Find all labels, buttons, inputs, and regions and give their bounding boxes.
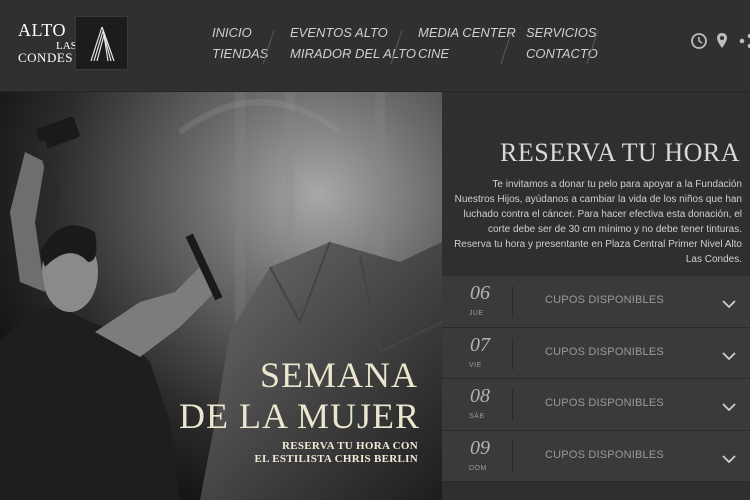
site-header: ALTO LAS CONDES INICIO TIENDAS EVENTOS A…	[0, 0, 750, 92]
slot-day: 09	[470, 436, 490, 459]
slot-weekday: DOM	[469, 464, 487, 472]
slot-divider	[512, 389, 513, 421]
slot-day: 06	[470, 282, 490, 304]
hero-photo-illustration	[0, 92, 442, 500]
logo-line-alto: ALTO	[18, 20, 67, 40]
share-icon[interactable]	[738, 32, 750, 55]
slot-day: 08	[470, 385, 490, 407]
chevron-down-icon[interactable]	[722, 451, 736, 469]
hero-subtitle-line1: RESERVA TU HORA CON	[281, 440, 418, 452]
chevron-down-icon[interactable]	[722, 296, 736, 314]
hero-subtitle-line2: EL ESTILISTA CHRIS BERLIN	[254, 453, 418, 465]
chevron-down-icon[interactable]	[722, 348, 736, 366]
logo-a-mark-icon	[75, 16, 128, 70]
slot-availability: CUPOS DISPONIBLES	[545, 397, 664, 409]
slot-divider	[512, 337, 513, 370]
slot-divider	[512, 286, 513, 318]
hero-banner[interactable]: SEMANA DE LA MUJER RESERVA TU HORA CON E…	[0, 92, 442, 500]
hero-title-line1: SEMANA	[259, 355, 418, 395]
slot-divider	[512, 440, 513, 473]
logo-line-condes: CONDES	[18, 50, 74, 65]
panel-title: RESERVA TU HORA	[500, 138, 740, 167]
slot-availability: CUPOS DISPONIBLES	[545, 345, 664, 358]
chevron-down-icon[interactable]	[722, 399, 736, 417]
slot-weekday: VIE	[469, 361, 482, 369]
slot-weekday: SÁB	[469, 413, 485, 420]
logo-wordmark: ALTO LAS CONDES	[18, 16, 77, 70]
slot-row[interactable]: 07 VIE CUPOS DISPONIBLES	[442, 327, 750, 379]
header-icons	[690, 32, 750, 52]
slot-day: 07	[470, 333, 490, 356]
slot-availability: CUPOS DISPONIBLES	[545, 294, 664, 306]
nav-link-media-center[interactable]: MEDIA CENTER	[418, 22, 516, 43]
slot-row[interactable]: 09 DOM CUPOS DISPONIBLES	[442, 430, 750, 482]
slot-weekday: JUE	[469, 310, 484, 317]
panel-description: Te invitamos a donar tu pelo para apoyar…	[454, 179, 742, 265]
slot-availability: CUPOS DISPONIBLES	[545, 448, 664, 461]
logo[interactable]: ALTO LAS CONDES	[18, 16, 128, 70]
nav-link-servicios[interactable]: SERVICIOS	[526, 22, 598, 43]
nav-link-inicio[interactable]: INICIO	[212, 22, 268, 43]
nav-group-1: INICIO TIENDAS	[212, 22, 268, 68]
slot-row[interactable]: 08 SÁB CUPOS DISPONIBLES	[442, 379, 750, 431]
clock-icon[interactable]	[690, 32, 708, 55]
hero-title-line2: DE LA MUJER	[178, 396, 420, 436]
nav-link-tiendas[interactable]: TIENDAS	[212, 43, 268, 64]
reservation-panel: RESERVA TU HORA Te invitamos a donar tu …	[442, 92, 750, 500]
location-pin-icon[interactable]	[716, 32, 728, 55]
slot-list: 06 JUE CUPOS DISPONIBLES 07 VIE CUPOS DI…	[442, 276, 750, 482]
slot-row[interactable]: 06 JUE CUPOS DISPONIBLES	[442, 276, 750, 328]
